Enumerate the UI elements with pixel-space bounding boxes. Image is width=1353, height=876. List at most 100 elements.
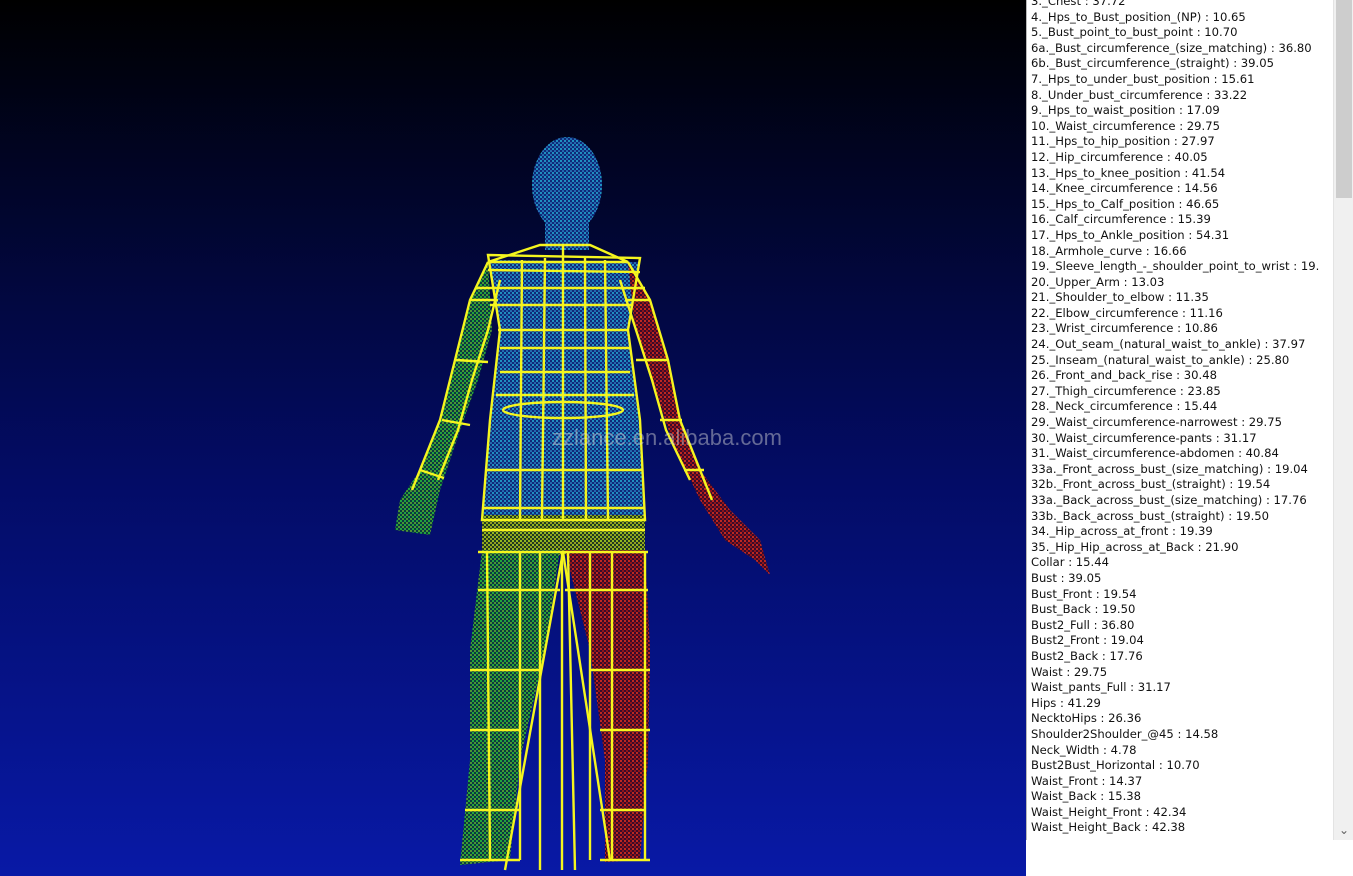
measurement-value: 42.38 [1151, 820, 1186, 835]
measurement-separator: : [1289, 259, 1301, 274]
scroll-thumb[interactable] [1336, 0, 1352, 198]
measurement-row[interactable]: 26._Front_and_back_rise : 30.48 [1031, 368, 1331, 384]
measurement-label: Waist_Front [1031, 773, 1098, 788]
chevron-down-icon[interactable]: ⌄ [1334, 820, 1353, 840]
measurement-separator: : [1090, 602, 1103, 617]
measurement-label: 22._Elbow_circumference [1031, 305, 1179, 320]
measurement-value: 19.54 [1103, 586, 1137, 601]
measurement-row[interactable]: Bust2_Full : 36.80 [1031, 618, 1331, 634]
measurement-separator: : [1119, 274, 1132, 289]
measurement-row[interactable]: 13._Hps_to_knee_position : 41.54 [1031, 166, 1331, 182]
measurement-row[interactable]: 10._Waist_circumference : 29.75 [1031, 119, 1331, 135]
measurement-row[interactable]: Waist_pants_Full : 31.17 [1031, 680, 1331, 696]
measurement-separator: : [1174, 196, 1187, 211]
measurement-label: 6a._Bust_circumference_(size_matching) [1031, 40, 1268, 55]
measurement-value: 17.76 [1273, 493, 1307, 507]
measurement-label: 33b._Back_across_bust_(straight) [1031, 508, 1225, 523]
measurement-row[interactable]: 3._Chest : 37.72 [1031, 0, 1331, 10]
measurement-label: Bust_Front [1031, 586, 1093, 601]
measurement-separator: : [1224, 508, 1236, 523]
measurement-separator: : [1173, 726, 1186, 741]
measurement-value: 54.31 [1195, 227, 1230, 242]
measurement-row[interactable]: Bust2Bust_Horizontal : 10.70 [1031, 758, 1331, 774]
measurement-row[interactable]: 5._Bust_point_to_bust_point : 10.70 [1031, 25, 1331, 41]
measurement-label: Collar [1031, 555, 1065, 570]
measurement-row[interactable]: 20._Upper_Arm : 13.03 [1031, 275, 1331, 291]
measurement-label: 4._Hps_to_Bust_position_(NP) [1031, 9, 1202, 24]
measurement-row[interactable]: 4._Hps_to_Bust_position_(NP) : 10.65 [1031, 10, 1331, 26]
measurement-value: 29.75 [1248, 415, 1282, 430]
measurement-value: 42.34 [1153, 804, 1187, 819]
measurement-row[interactable]: 15._Hps_to_Calf_position : 46.65 [1031, 197, 1331, 213]
measurement-separator: : [1081, 0, 1093, 8]
measurement-separator: : [1056, 695, 1068, 710]
measurement-row[interactable]: 9._Hps_to_waist_position : 17.09 [1031, 103, 1331, 119]
measurement-row[interactable]: 28._Neck_circumference : 15.44 [1031, 399, 1331, 415]
measurement-label: 31._Waist_circumference-abdomen [1031, 446, 1235, 461]
measurement-row[interactable]: Bust_Front : 19.54 [1031, 587, 1331, 603]
measurement-separator: : [1089, 617, 1102, 632]
measurement-label: 34._Hip_across_at_front [1031, 524, 1169, 539]
measurement-row[interactable]: 18._Armhole_curve : 16.66 [1031, 244, 1331, 260]
measurement-row[interactable]: 17._Hps_to_Ankle_position : 54.31 [1031, 228, 1331, 244]
measurement-label: Bust_Back [1031, 602, 1091, 617]
measurement-row[interactable]: Bust_Back : 19.50 [1031, 602, 1331, 618]
measurement-row[interactable]: Bust : 39.05 [1031, 571, 1331, 587]
measurement-row[interactable]: 34._Hip_across_at_front : 19.39 [1031, 524, 1331, 540]
measurement-row[interactable]: 27._Thigh_circumference : 23.85 [1031, 384, 1331, 400]
measurement-row[interactable]: 25._Inseam_(natural_waist_to_ankle) : 25… [1031, 353, 1331, 369]
measurement-row[interactable]: 12._Hip_circumference : 40.05 [1031, 150, 1331, 166]
measurement-row[interactable]: 30._Waist_circumference-pants : 31.17 [1031, 431, 1331, 447]
measurement-row[interactable]: 35._Hip_Hip_across_at_Back : 21.90 [1031, 540, 1331, 556]
measurements-panel[interactable]: 3._Chest : 37.72 4._Hps_to_Bust_position_… [1026, 0, 1353, 841]
measurement-row[interactable]: Hips : 41.29 [1031, 696, 1331, 712]
measurement-separator: : [1267, 40, 1279, 55]
measurement-row[interactable]: 8._Under_bust_circumference : 33.22 [1031, 88, 1331, 104]
measurement-separator: : [1142, 243, 1154, 258]
measurement-row[interactable]: 24._Out_seam_(natural_waist_to_ankle) : … [1031, 337, 1331, 353]
measurement-row[interactable]: 6a._Bust_circumference_(size_matching) :… [1031, 41, 1331, 57]
measurement-row[interactable]: 22._Elbow_circumference : 11.16 [1031, 306, 1331, 322]
measurement-separator: : [1225, 477, 1238, 492]
scrollbar[interactable]: ⌄ [1333, 0, 1353, 840]
measurement-separator: : [1173, 181, 1185, 196]
measurement-row[interactable]: 23._Wrist_circumference : 10.86 [1031, 321, 1331, 337]
measurement-row[interactable]: Shoulder2Shoulder_@45 : 14.58 [1031, 727, 1331, 743]
measurement-row[interactable]: NecktoHips : 26.36 [1031, 711, 1331, 727]
measurement-row[interactable]: 31._Waist_circumference-abdomen : 40.84 [1031, 446, 1331, 462]
measurement-row[interactable]: Waist : 29.75 [1031, 665, 1331, 681]
measurement-row[interactable]: 32b._Front_across_bust_(straight) : 19.5… [1031, 477, 1331, 493]
measurement-value: 11.16 [1189, 305, 1223, 320]
measurement-row[interactable]: 16._Calf_circumference : 15.39 [1031, 212, 1331, 228]
measurement-row[interactable]: 7._Hps_to_under_bust_position : 15.61 [1031, 72, 1331, 88]
measurement-row[interactable]: 11._Hps_to_hip_position : 27.97 [1031, 134, 1331, 150]
scan-viewport[interactable]: zzlance.en.alibaba.com [0, 0, 1026, 876]
measurement-row[interactable]: Bust2_Back : 17.76 [1031, 649, 1331, 665]
measurement-label: Bust2_Front [1031, 633, 1100, 648]
measurement-separator: : [1170, 134, 1182, 149]
measurement-separator: : [1172, 368, 1184, 383]
measurement-row[interactable]: Waist_Front : 14.37 [1031, 774, 1331, 790]
measurement-separator: : [1178, 305, 1190, 320]
measurement-row[interactable]: 19._Sleeve_length_-_shoulder_point_to_wr… [1031, 259, 1331, 275]
measurement-row[interactable]: 14._Knee_circumference : 14.56 [1031, 181, 1331, 197]
measurement-label: 13._Hps_to_knee_position [1031, 165, 1181, 180]
measurement-row[interactable]: Neck_Width : 4.78 [1031, 743, 1331, 759]
measurement-row[interactable]: Waist_Height_Front : 42.34 [1031, 805, 1331, 821]
measurement-row[interactable]: 33a._Back_across_bust_(size_matching) : … [1031, 493, 1331, 509]
measurement-row[interactable]: 33a._Front_across_bust_(size_matching) :… [1031, 462, 1331, 478]
measurement-label: Bust2_Back [1031, 648, 1099, 663]
measurement-row[interactable]: Bust2_Front : 19.04 [1031, 633, 1331, 649]
measurement-row[interactable]: Collar : 15.44 [1031, 555, 1331, 571]
measurement-separator: : [1062, 664, 1074, 679]
measurement-row[interactable]: 33b._Back_across_bust_(straight) : 19.50 [1031, 509, 1331, 525]
measurement-row[interactable]: 6b._Bust_circumference_(straight) : 39.0… [1031, 56, 1331, 72]
measurement-value: 15.39 [1177, 212, 1211, 227]
measurement-row[interactable]: Waist_Back : 15.38 [1031, 789, 1331, 805]
measurement-row[interactable]: 29._Waist_circumference-narrowest : 29.7… [1031, 415, 1331, 431]
measurement-label: 5._Bust_point_to_bust_point [1031, 25, 1194, 40]
measurement-row[interactable]: Waist_Height_Back : 42.38 [1031, 820, 1331, 836]
measurement-row[interactable]: 21._Shoulder_to_elbow : 11.35 [1031, 290, 1331, 306]
measurement-value: 36.80 [1101, 617, 1135, 632]
measurement-value: 14.58 [1185, 726, 1219, 741]
